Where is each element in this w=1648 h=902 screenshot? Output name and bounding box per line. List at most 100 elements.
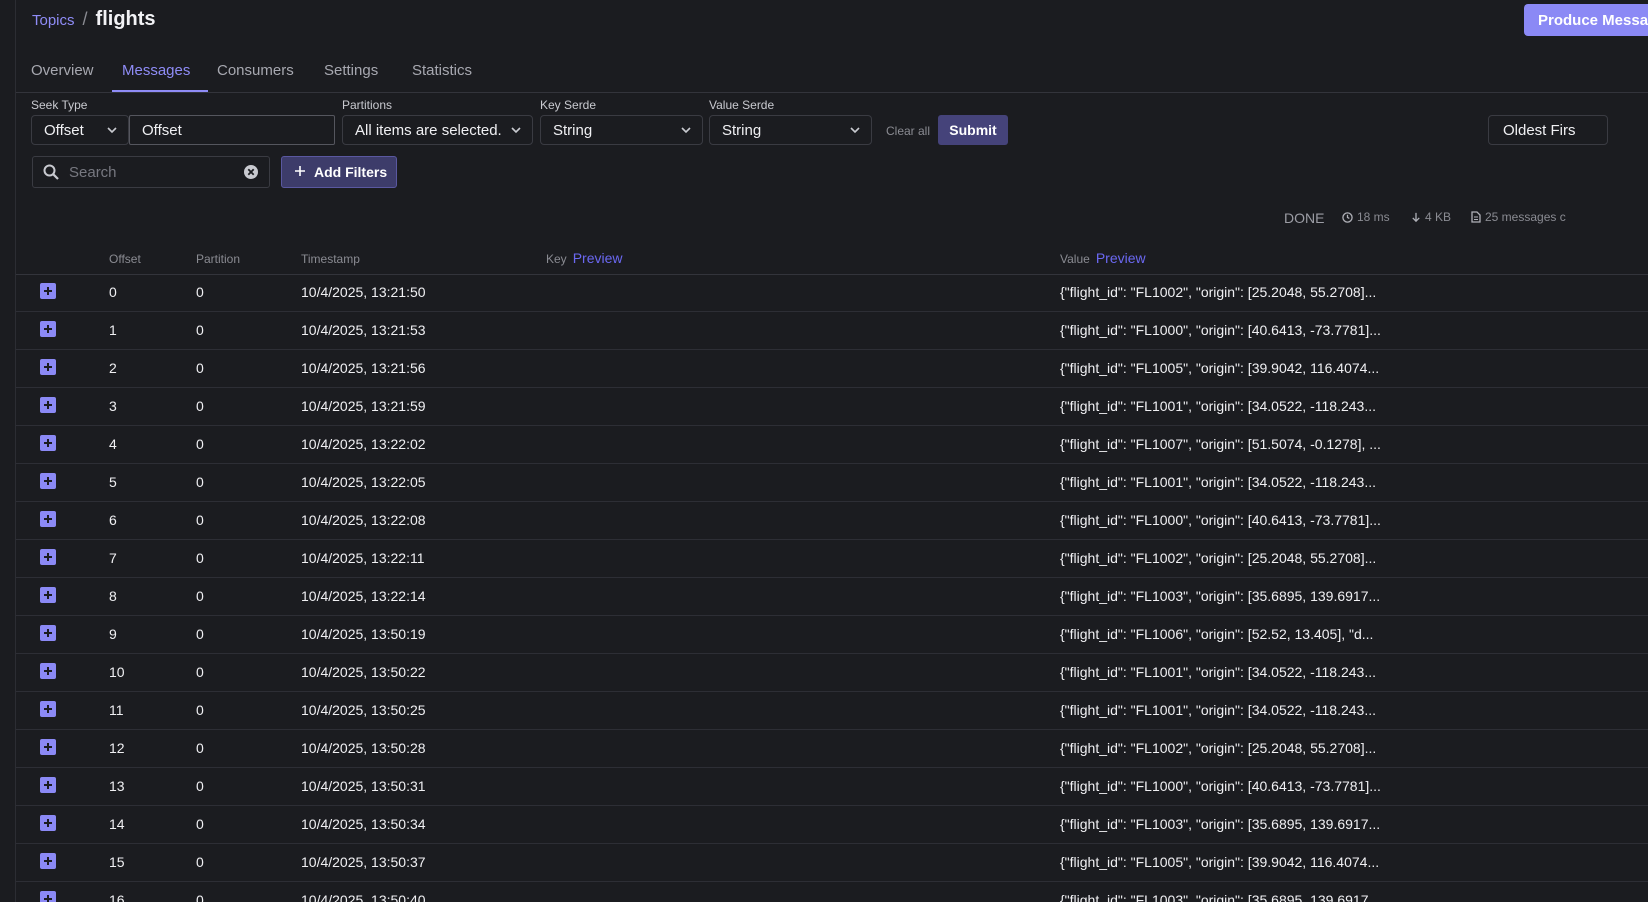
cell-value: {"flight_id": "FL1000", "origin": [40.64… (1060, 778, 1381, 794)
submit-button[interactable]: Submit (938, 115, 1008, 145)
cell-partition: 0 (196, 398, 204, 414)
sort-order-select[interactable]: Oldest Firs (1488, 115, 1608, 145)
cell-offset: 0 (109, 284, 117, 300)
clock-icon (1342, 211, 1353, 223)
table-row[interactable]: 15 0 10/4/2025, 13:50:37 {"flight_id": "FL1… (16, 844, 1648, 882)
value-serde-select[interactable]: String (709, 115, 872, 145)
sort-order-value: Oldest Firs (1503, 121, 1576, 139)
tab-settings[interactable]: Settings (324, 62, 378, 79)
cell-partition: 0 (196, 740, 204, 756)
plus-square-icon[interactable] (40, 625, 56, 641)
chevron-down-icon (680, 124, 692, 136)
plus-square-icon[interactable] (40, 359, 56, 375)
seek-type-label: Seek Type (31, 98, 88, 112)
cell-offset: 14 (109, 816, 125, 832)
cell-offset: 1 (109, 322, 117, 338)
table-row[interactable]: 4 0 10/4/2025, 13:22:02 {"flight_id": "FL10… (16, 426, 1648, 464)
key-serde-select[interactable]: String (540, 115, 703, 145)
table-row[interactable]: 5 0 10/4/2025, 13:22:05 {"flight_id": "FL10… (16, 464, 1648, 502)
cell-value: {"flight_id": "FL1001", "origin": [34.05… (1060, 474, 1376, 490)
plus-square-icon[interactable] (40, 397, 56, 413)
table-row[interactable]: 11 0 10/4/2025, 13:50:25 {"flight_id": "FL1… (16, 692, 1648, 730)
cell-timestamp: 10/4/2025, 13:21:50 (301, 284, 426, 300)
cell-value: {"flight_id": "FL1001", "origin": [34.05… (1060, 664, 1376, 680)
table-row[interactable]: 7 0 10/4/2025, 13:22:11 {"flight_id": "FL10… (16, 540, 1648, 578)
plus-square-icon[interactable] (40, 815, 56, 831)
clear-circle-icon[interactable] (243, 164, 259, 185)
tab-messages[interactable]: Messages (122, 62, 190, 79)
seek-offset-value: Offset (142, 121, 182, 139)
cell-offset: 5 (109, 474, 117, 490)
plus-icon (294, 164, 306, 180)
cell-timestamp: 10/4/2025, 13:22:14 (301, 588, 426, 604)
cell-offset: 2 (109, 360, 117, 376)
plus-square-icon[interactable] (40, 283, 56, 299)
table-row[interactable]: 14 0 10/4/2025, 13:50:34 {"flight_id": "FL1… (16, 806, 1648, 844)
table-row[interactable]: 1 0 10/4/2025, 13:21:53 {"flight_id": "FL10… (16, 312, 1648, 350)
breadcrumb-topics-link[interactable]: Topics (32, 12, 75, 29)
cell-partition: 0 (196, 360, 204, 376)
add-filters-button[interactable]: Add Filters (281, 156, 397, 188)
cell-partition: 0 (196, 892, 204, 902)
table-row[interactable]: 2 0 10/4/2025, 13:21:56 {"flight_id": "FL10… (16, 350, 1648, 388)
messages-value: 25 messages c (1485, 210, 1566, 224)
plus-square-icon[interactable] (40, 853, 56, 869)
table-row[interactable]: 3 0 10/4/2025, 13:21:59 {"flight_id": "FL10… (16, 388, 1648, 426)
plus-square-icon[interactable] (40, 549, 56, 565)
cell-timestamp: 10/4/2025, 13:50:28 (301, 740, 426, 756)
cell-partition: 0 (196, 550, 204, 566)
plus-square-icon[interactable] (40, 321, 56, 337)
tab-consumers[interactable]: Consumers (217, 62, 294, 79)
cell-offset: 8 (109, 588, 117, 604)
plus-square-icon[interactable] (40, 473, 56, 489)
table-row[interactable]: 9 0 10/4/2025, 13:50:19 {"flight_id": "FL10… (16, 616, 1648, 654)
plus-square-icon[interactable] (40, 435, 56, 451)
clear-all-button[interactable]: Clear all (886, 124, 930, 138)
table-row[interactable]: 10 0 10/4/2025, 13:50:22 {"flight_id": "FL1… (16, 654, 1648, 692)
plus-square-icon[interactable] (40, 587, 56, 603)
table-row[interactable]: 12 0 10/4/2025, 13:50:28 {"flight_id": "FL1… (16, 730, 1648, 768)
table-row[interactable]: 6 0 10/4/2025, 13:22:08 {"flight_id": "FL10… (16, 502, 1648, 540)
tab-statistics[interactable]: Statistics (412, 62, 472, 79)
table-row[interactable]: 0 0 10/4/2025, 13:21:50 {"flight_id": "FL10… (16, 274, 1648, 312)
partitions-select[interactable]: All items are selected. (342, 115, 533, 145)
cell-timestamp: 10/4/2025, 13:50:34 (301, 816, 426, 832)
plus-square-icon[interactable] (40, 701, 56, 717)
size-value: 4 KB (1425, 210, 1452, 224)
cell-partition: 0 (196, 436, 204, 452)
file-icon (1471, 211, 1481, 223)
cell-offset: 4 (109, 436, 117, 452)
cell-timestamp: 10/4/2025, 13:50:22 (301, 664, 426, 680)
table-row[interactable]: 13 0 10/4/2025, 13:50:31 {"flight_id": "FL1… (16, 768, 1648, 806)
cell-timestamp: 10/4/2025, 13:50:37 (301, 854, 426, 870)
value-preview-link[interactable]: Preview (1096, 250, 1146, 266)
cell-value: {"flight_id": "FL1006", "origin": [52.52… (1060, 626, 1374, 642)
search-box[interactable]: Search (32, 156, 270, 188)
messages-stat: 25 messages c (1471, 210, 1566, 224)
cell-partition: 0 (196, 664, 204, 680)
seek-offset-input[interactable]: Offset (129, 115, 335, 145)
plus-square-icon[interactable] (40, 777, 56, 793)
plus-square-icon[interactable] (40, 891, 56, 902)
cell-partition: 0 (196, 778, 204, 794)
key-preview-link[interactable]: Preview (573, 250, 623, 266)
cell-offset: 6 (109, 512, 117, 528)
tab-overview[interactable]: Overview (31, 62, 94, 79)
cell-value: {"flight_id": "FL1005", "origin": [39.90… (1060, 854, 1380, 870)
plus-square-icon[interactable] (40, 511, 56, 527)
seek-type-select[interactable]: Offset (31, 115, 129, 145)
size-stat: 4 KB (1411, 210, 1451, 224)
messages-table-body: 0 0 10/4/2025, 13:21:50 {"flight_id": "FL10… (16, 274, 1648, 902)
plus-square-icon[interactable] (40, 663, 56, 679)
value-serde-label: Value Serde (709, 98, 775, 112)
breadcrumb: Topics / flights (32, 8, 156, 31)
cell-offset: 9 (109, 626, 117, 642)
column-timestamp: Timestamp (301, 252, 360, 266)
search-placeholder: Search (69, 164, 117, 181)
download-arrow-icon (1412, 212, 1420, 222)
produce-message-button[interactable]: Produce Messag (1524, 4, 1648, 36)
plus-square-icon[interactable] (40, 739, 56, 755)
table-row[interactable]: 8 0 10/4/2025, 13:22:14 {"flight_id": "FL10… (16, 578, 1648, 616)
cell-timestamp: 10/4/2025, 13:21:56 (301, 360, 426, 376)
table-row[interactable]: 16 0 10/4/2025, 13:50:40 {"flight_id": "FL1… (16, 882, 1648, 902)
